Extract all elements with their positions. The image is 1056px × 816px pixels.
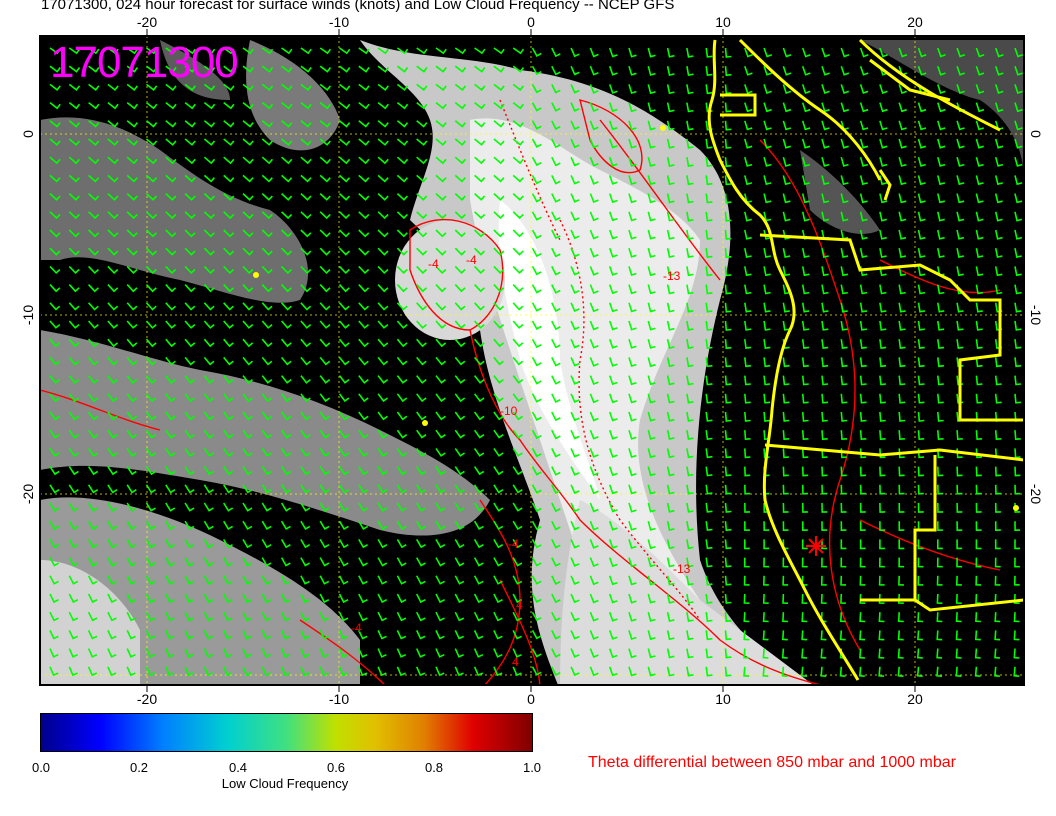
left-tick-label: -10 (20, 305, 36, 325)
top-tick-label: 20 (907, 14, 923, 30)
top-tick-label: 0 (527, 14, 535, 30)
contour-label: -4 (351, 621, 362, 635)
top-tick-label: 10 (715, 14, 731, 30)
colorbar-tick-label: 0.6 (326, 760, 346, 775)
top-tick-label: -20 (137, 14, 157, 30)
right-tick-label: 0 (1028, 130, 1044, 138)
contour-label: -13 (673, 562, 691, 576)
right-tick-label: -10 (1028, 305, 1044, 325)
contour-label: -4 (466, 253, 477, 267)
colorbar-tick-label: 0.4 (228, 760, 248, 775)
colorbar-title: Low Cloud Frequency (221, 776, 349, 791)
bottom-tick-label: -10 (329, 691, 349, 707)
forecast-map: -4 -4 -13 -10 -4 -13 4 -4 4 -20 -10 0 10… (20, 14, 1044, 707)
right-tick-label: -20 (1028, 484, 1044, 504)
left-tick-label: -20 (20, 484, 36, 504)
station-marker (806, 536, 826, 556)
bottom-tick-label: 0 (527, 691, 535, 707)
contour-label: -4 (428, 257, 439, 271)
contour-label: -10 (500, 404, 518, 418)
contour-label: 4 (512, 655, 519, 669)
colorbar-tick-label: 0.0 (31, 760, 51, 775)
top-tick-label: -10 (329, 14, 349, 30)
bottom-tick-label: -20 (137, 691, 157, 707)
contour-legend-note: Theta differential between 850 mbar and … (588, 754, 956, 771)
colorbar-tick-label: 0.8 (424, 760, 444, 775)
colorbar-tick-label: 0.2 (129, 760, 149, 775)
bottom-tick-label: 20 (907, 691, 923, 707)
contour-label: -13 (663, 269, 681, 283)
date-stamp: 17071300 (50, 38, 239, 87)
bottom-tick-label: 10 (715, 691, 731, 707)
contour-label: 4 (516, 598, 523, 612)
colorbar (40, 713, 533, 752)
contour-label: -4 (508, 537, 519, 551)
left-tick-label: 0 (20, 130, 36, 138)
colorbar-tick-label: 1.0 (522, 760, 542, 775)
